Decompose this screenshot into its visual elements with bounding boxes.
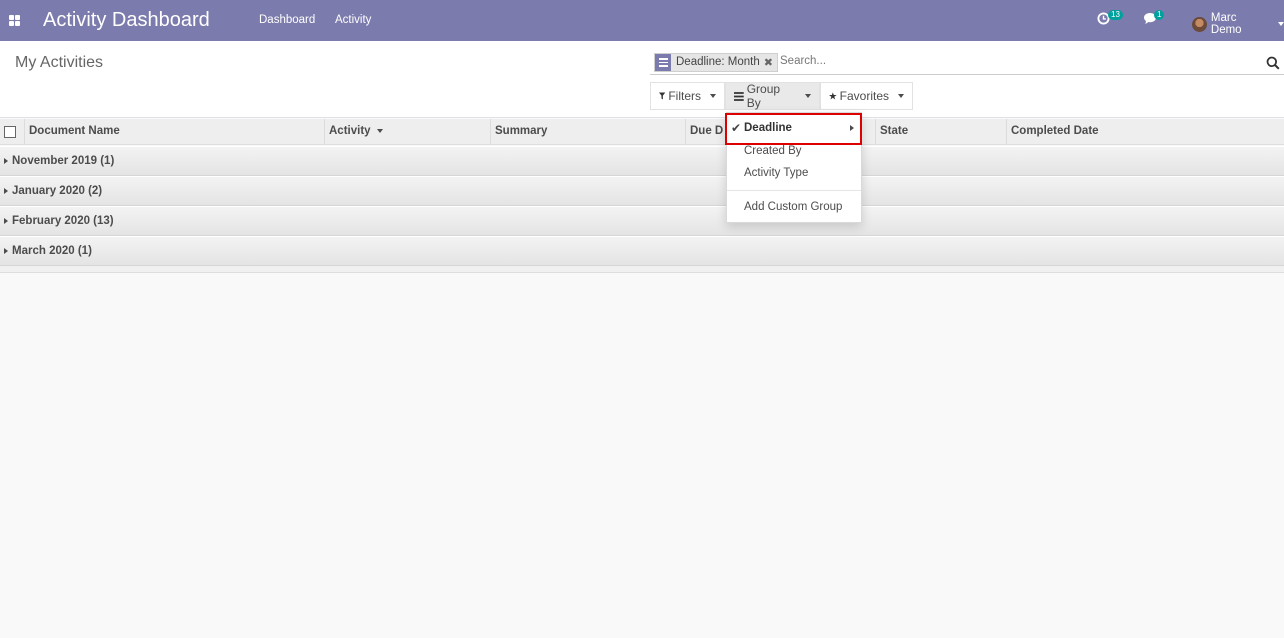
group-row[interactable]: November 2019 (1) xyxy=(0,146,1284,176)
chevron-down-icon xyxy=(898,94,904,98)
list-header: Document Name Activity Summary Due D Sta… xyxy=(0,119,1284,145)
group-row[interactable]: January 2020 (2) xyxy=(0,176,1284,206)
bars-icon xyxy=(734,91,744,101)
caret-right-icon xyxy=(4,158,8,164)
add-custom-group[interactable]: Add Custom Group xyxy=(744,201,842,213)
caret-right-icon xyxy=(4,248,8,254)
column-state[interactable]: State xyxy=(875,119,1006,145)
facet-label: Deadline: Month xyxy=(676,56,760,68)
group-by-label: Group By xyxy=(746,82,781,110)
list-footer xyxy=(0,266,1284,273)
group-by-created-by[interactable]: Created By xyxy=(744,145,802,157)
top-navbar: Activity Dashboard Dashboard Activity 13… xyxy=(0,0,1284,41)
search-icon[interactable] xyxy=(1266,56,1280,70)
chevron-down-icon xyxy=(710,94,716,98)
app-title: Activity Dashboard xyxy=(43,9,210,31)
group-label: March 2020 (1) xyxy=(12,245,92,257)
control-panel: My Activities Deadline: Month ✖ Filters … xyxy=(0,41,1284,118)
group-by-deadline[interactable]: Deadline xyxy=(744,122,792,134)
caret-right-icon[interactable] xyxy=(850,125,854,131)
avatar xyxy=(1192,16,1207,32)
group-by-facet-icon xyxy=(655,54,671,71)
chevron-down-icon xyxy=(805,94,811,98)
menu-dashboard[interactable]: Dashboard xyxy=(259,14,315,26)
menu-activity[interactable]: Activity xyxy=(335,14,371,26)
caret-right-icon xyxy=(4,218,8,224)
group-row[interactable]: March 2020 (1) xyxy=(0,236,1284,266)
search-facet[interactable]: Deadline: Month ✖ xyxy=(654,53,778,72)
caret-right-icon xyxy=(4,188,8,194)
group-by-dropdown: ✔ Deadline Created By Activity Type Add … xyxy=(725,112,862,223)
group-label: November 2019 (1) xyxy=(12,155,115,167)
group-by-activity-type[interactable]: Activity Type xyxy=(744,167,808,179)
search-input[interactable] xyxy=(780,55,1250,67)
facet-remove-icon[interactable]: ✖ xyxy=(764,54,777,71)
group-row[interactable]: February 2020 (13) xyxy=(0,206,1284,236)
message-count-badge: 1 xyxy=(1154,10,1165,20)
favorites-button[interactable]: Favorites xyxy=(820,82,913,110)
activities-systray[interactable]: 13 xyxy=(1097,10,1123,28)
group-label: February 2020 (13) xyxy=(12,215,114,227)
group-by-button[interactable]: Group By xyxy=(725,82,820,110)
chevron-down-icon xyxy=(1278,22,1284,26)
column-completed-date[interactable]: Completed Date xyxy=(1006,119,1284,145)
check-icon: ✔ xyxy=(731,121,742,135)
star-icon xyxy=(829,92,837,100)
user-menu[interactable]: Marc Demo xyxy=(1192,12,1284,36)
column-document-name[interactable]: Document Name xyxy=(24,119,324,145)
user-name: Marc Demo xyxy=(1210,12,1242,36)
filter-icon xyxy=(659,92,666,100)
apps-menu-icon[interactable] xyxy=(9,15,20,26)
sort-desc-icon xyxy=(376,128,383,133)
group-label: January 2020 (2) xyxy=(12,185,103,197)
filters-button[interactable]: Filters xyxy=(650,82,725,110)
page-title: My Activities xyxy=(15,54,104,71)
divider xyxy=(727,190,861,191)
column-activity[interactable]: Activity xyxy=(324,119,490,145)
column-summary[interactable]: Summary xyxy=(490,119,685,145)
favorites-label: Favorites xyxy=(839,89,889,103)
select-all-checkbox[interactable] xyxy=(4,126,16,138)
messages-systray[interactable]: 1 xyxy=(1143,10,1165,28)
activity-count-badge: 13 xyxy=(1108,10,1123,20)
search-bar: Deadline: Month ✖ xyxy=(650,51,1284,75)
filters-label: Filters xyxy=(668,89,701,103)
